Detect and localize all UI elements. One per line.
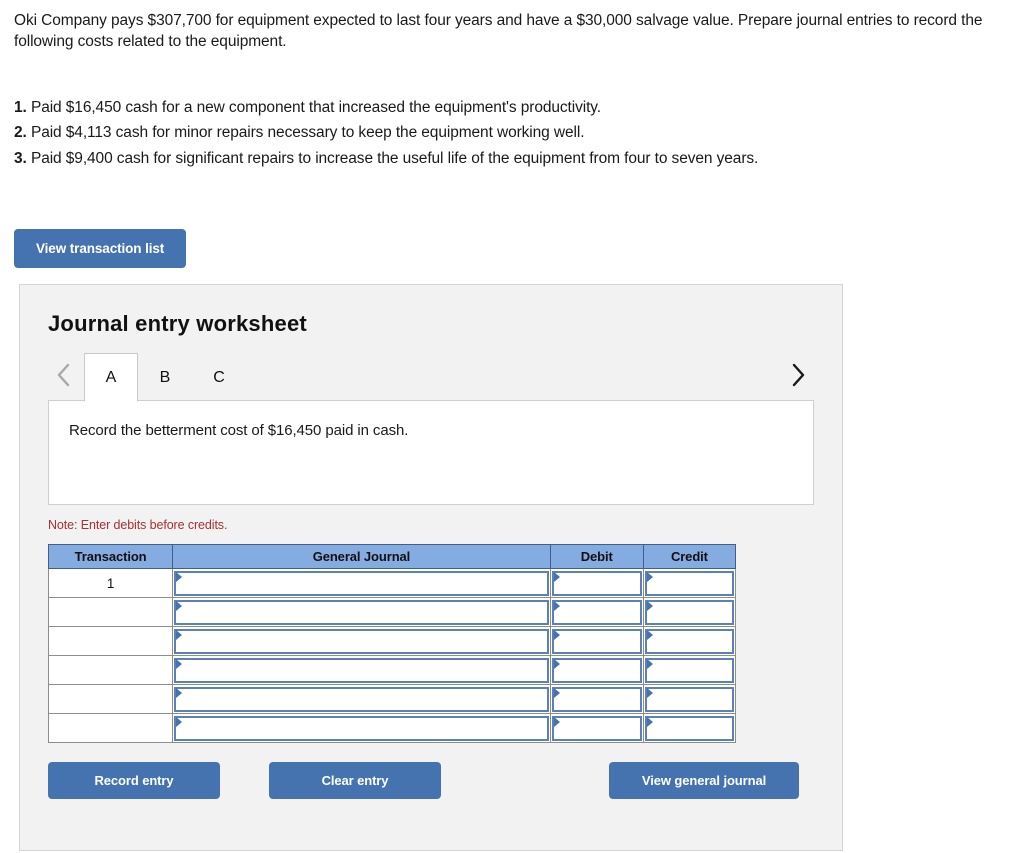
table-header-row: Transaction General Journal Debit Credit bbox=[47, 544, 737, 570]
credit-cell[interactable] bbox=[642, 655, 737, 686]
list-item: 2. Paid $4,113 cash for minor repairs ne… bbox=[14, 120, 1010, 146]
worksheet-action-row: Record entry Clear entry View general jo… bbox=[48, 762, 814, 802]
transaction-number-cell bbox=[47, 684, 174, 715]
debit-input[interactable] bbox=[551, 599, 642, 625]
transaction-number-cell bbox=[47, 626, 174, 657]
record-entry-button[interactable]: Record entry bbox=[48, 762, 220, 800]
list-item-text: Paid $9,400 cash for significant repairs… bbox=[30, 149, 759, 167]
debit-input[interactable] bbox=[551, 570, 642, 596]
problem-statement: Oki Company pays $307,700 for equipment … bbox=[0, 0, 1024, 53]
general-journal-input[interactable] bbox=[174, 570, 549, 596]
credit-cell[interactable] bbox=[642, 626, 737, 657]
debit-input[interactable] bbox=[551, 686, 642, 712]
credit-cell[interactable] bbox=[642, 597, 737, 628]
general-journal-cell[interactable] bbox=[172, 655, 551, 686]
journal-entry-worksheet-panel: Journal entry worksheet A B C Record the… bbox=[19, 284, 843, 852]
chevron-left-icon[interactable] bbox=[48, 353, 78, 397]
debit-input[interactable] bbox=[551, 657, 642, 683]
debit-input[interactable] bbox=[551, 628, 642, 654]
chevron-right-icon[interactable] bbox=[782, 353, 812, 397]
credit-cell[interactable] bbox=[642, 684, 737, 715]
credit-input[interactable] bbox=[644, 686, 734, 712]
transaction-number-cell: 1 bbox=[47, 568, 174, 599]
transaction-number-cell bbox=[47, 655, 174, 686]
top-button-row: View transaction list bbox=[0, 229, 1024, 269]
debit-input[interactable] bbox=[551, 715, 642, 741]
credit-input[interactable] bbox=[644, 570, 734, 596]
list-item-text: Paid $16,450 cash for a new component th… bbox=[30, 98, 601, 116]
requirement-text: Record the betterment cost of $16,450 pa… bbox=[69, 422, 409, 440]
table-row bbox=[47, 684, 737, 715]
general-journal-cell[interactable] bbox=[172, 713, 551, 744]
cost-item-list: 1. Paid $16,450 cash for a new component… bbox=[0, 95, 1024, 172]
table-row bbox=[47, 655, 737, 686]
general-journal-cell[interactable] bbox=[172, 626, 551, 657]
transaction-number-cell bbox=[47, 597, 174, 628]
credit-cell[interactable] bbox=[642, 713, 737, 744]
journal-entry-table: Transaction General Journal Debit Credit… bbox=[47, 544, 737, 744]
list-item: 3. Paid $9,400 cash for significant repa… bbox=[14, 146, 1010, 172]
general-journal-cell[interactable] bbox=[172, 568, 551, 599]
list-item-number: 2. bbox=[14, 124, 27, 142]
worksheet-tab-bar: A B C bbox=[48, 353, 814, 403]
view-general-journal-button[interactable]: View general journal bbox=[609, 762, 799, 800]
general-journal-input[interactable] bbox=[174, 599, 549, 625]
view-transaction-list-button[interactable]: View transaction list bbox=[14, 229, 187, 269]
credit-cell[interactable] bbox=[642, 568, 737, 599]
debit-cell[interactable] bbox=[549, 684, 644, 715]
tab-c[interactable]: C bbox=[192, 353, 246, 401]
table-row bbox=[47, 713, 737, 744]
list-item-number: 1. bbox=[14, 98, 27, 116]
general-journal-input[interactable] bbox=[174, 686, 549, 712]
clear-entry-button[interactable]: Clear entry bbox=[269, 762, 441, 800]
column-header-credit: Credit bbox=[642, 544, 737, 570]
tab-b[interactable]: B bbox=[138, 353, 192, 401]
credit-input[interactable] bbox=[644, 657, 734, 683]
general-journal-cell[interactable] bbox=[172, 597, 551, 628]
requirement-box: Record the betterment cost of $16,450 pa… bbox=[48, 400, 814, 506]
list-item-number: 3. bbox=[14, 149, 27, 167]
problem-paragraph: Oki Company pays $307,700 for equipment … bbox=[14, 12, 983, 51]
list-item: 1. Paid $16,450 cash for a new component… bbox=[14, 95, 1010, 121]
column-header-transaction: Transaction bbox=[47, 544, 174, 570]
column-header-general-journal: General Journal bbox=[172, 544, 551, 570]
debits-before-credits-note: Note: Enter debits before credits. bbox=[48, 518, 228, 533]
general-journal-input[interactable] bbox=[174, 715, 549, 741]
general-journal-input[interactable] bbox=[174, 628, 549, 654]
tab-a[interactable]: A bbox=[84, 353, 138, 403]
table-row: 1 bbox=[47, 568, 737, 599]
debit-cell[interactable] bbox=[549, 597, 644, 628]
list-item-text: Paid $4,113 cash for minor repairs neces… bbox=[30, 124, 585, 142]
tab-a-label: A bbox=[105, 368, 117, 386]
table-row bbox=[47, 626, 737, 657]
credit-input[interactable] bbox=[644, 715, 734, 741]
page-title: Journal entry worksheet bbox=[48, 311, 307, 337]
table-row bbox=[47, 597, 737, 628]
tab-b-label: B bbox=[159, 368, 171, 386]
debit-cell[interactable] bbox=[549, 655, 644, 686]
debit-cell[interactable] bbox=[549, 713, 644, 744]
tab-c-label: C bbox=[213, 368, 225, 386]
credit-input[interactable] bbox=[644, 599, 734, 625]
column-header-debit: Debit bbox=[549, 544, 644, 570]
general-journal-input[interactable] bbox=[174, 657, 549, 683]
debit-cell[interactable] bbox=[549, 626, 644, 657]
credit-input[interactable] bbox=[644, 628, 734, 654]
general-journal-cell[interactable] bbox=[172, 684, 551, 715]
transaction-number-cell bbox=[47, 713, 174, 744]
debit-cell[interactable] bbox=[549, 568, 644, 599]
